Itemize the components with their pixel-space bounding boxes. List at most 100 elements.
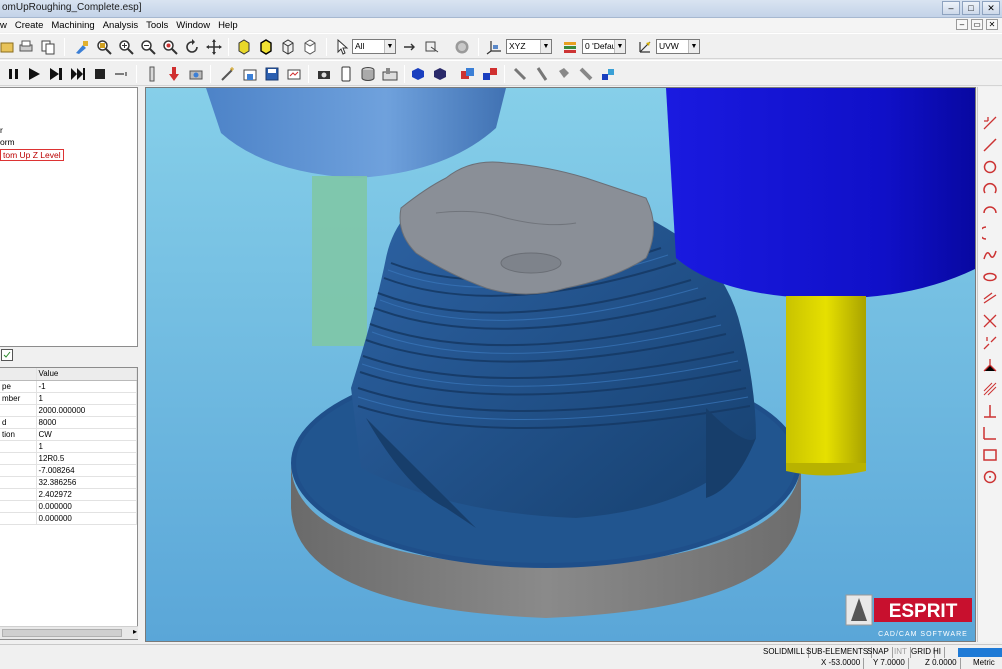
compare-icon[interactable] <box>286 66 302 82</box>
table-row[interactable]: mber 1 <box>0 392 137 405</box>
close-button[interactable]: ✕ <box>982 1 1000 15</box>
probe-icon[interactable] <box>512 66 528 82</box>
arc-icon[interactable] <box>982 181 998 197</box>
maximize-button[interactable]: □ <box>962 1 980 15</box>
zoom-fit-icon[interactable] <box>162 39 178 55</box>
table-row[interactable]: 12R0.5 <box>0 452 137 465</box>
table-row[interactable]: 0.000000 <box>0 500 137 513</box>
doc-restore-button[interactable]: ▭ <box>971 19 983 30</box>
status-mode-sub-elements[interactable]: SUB-ELEMENTS <box>803 647 873 658</box>
tool-icon[interactable] <box>144 66 160 82</box>
stock-icon[interactable] <box>242 66 258 82</box>
shaded-edges-icon[interactable] <box>258 39 274 55</box>
table-row[interactable]: 32.386256 <box>0 476 137 489</box>
solid-dark-icon[interactable] <box>432 66 448 82</box>
probe-4-icon[interactable] <box>578 66 594 82</box>
print-icon[interactable] <box>18 39 34 55</box>
table-row[interactable]: d 8000 <box>0 416 137 429</box>
table-row[interactable]: -7.008264 <box>0 464 137 477</box>
trim-icon[interactable] <box>982 313 998 329</box>
layers-icon[interactable] <box>562 39 578 55</box>
horizontal-scrollbar[interactable]: ▸ <box>0 626 138 639</box>
rotate-icon[interactable] <box>184 39 200 55</box>
phone-view-icon[interactable] <box>338 66 354 82</box>
stop-icon[interactable] <box>454 39 470 55</box>
arrow-down-red-icon[interactable] <box>166 66 182 82</box>
menu-tools[interactable]: Tools <box>146 20 168 31</box>
save-icon[interactable] <box>264 66 280 82</box>
menu-analysis[interactable]: Analysis <box>103 20 138 31</box>
rectangle-icon[interactable] <box>982 447 998 463</box>
ellipse-icon[interactable] <box>982 269 998 285</box>
tree-item-selected[interactable]: tom Up Z Level <box>0 149 64 161</box>
arc-tangent-icon[interactable] <box>982 225 998 241</box>
pan-icon[interactable] <box>206 39 222 55</box>
menu-help[interactable]: Help <box>218 20 238 31</box>
gear-settings-icon[interactable] <box>188 66 204 82</box>
pause-icon[interactable] <box>6 66 22 82</box>
selection-filter-combo[interactable]: All ▼ <box>352 39 396 54</box>
layer-combo[interactable]: 0 'Defau ▼ <box>582 39 626 54</box>
work-plane-combo[interactable]: XYZ ▼ <box>506 39 552 54</box>
menu-window[interactable]: Window <box>176 20 210 31</box>
trace-icon[interactable] <box>114 66 130 82</box>
break-icon[interactable] <box>982 335 998 351</box>
probe-3-icon[interactable] <box>556 66 572 82</box>
stop-sim-icon[interactable] <box>92 66 108 82</box>
status-mode-hi[interactable]: HI <box>930 647 945 658</box>
axis-icon[interactable] <box>982 425 998 441</box>
fast-forward-icon[interactable] <box>70 66 86 82</box>
doc-minimize-button[interactable]: – <box>956 19 968 30</box>
point-icon[interactable] <box>982 115 998 131</box>
solid-blue-icon[interactable] <box>410 66 426 82</box>
table-row[interactable]: 2.402972 <box>0 488 137 501</box>
open-icon[interactable] <box>0 39 16 55</box>
menu-view[interactable]: w <box>0 20 7 31</box>
zoom-out-icon[interactable] <box>140 39 156 55</box>
shaded-view-icon[interactable] <box>236 39 252 55</box>
polygon-icon[interactable] <box>982 469 998 485</box>
multi-color-icon[interactable] <box>460 66 476 82</box>
hatch-icon[interactable] <box>982 381 998 397</box>
tree-tab-icon[interactable] <box>1 349 13 361</box>
line-icon[interactable] <box>982 137 998 153</box>
play-icon[interactable] <box>26 66 42 82</box>
table-row[interactable]: 0.000000 <box>0 512 137 525</box>
zoom-in-icon[interactable] <box>118 39 134 55</box>
uvw-combo[interactable]: UVW ▼ <box>656 39 700 54</box>
status-mode-snap[interactable]: SNAP <box>864 647 893 658</box>
doc-close-button[interactable]: ✕ <box>986 19 998 30</box>
uvw-axes-icon[interactable] <box>636 39 652 55</box>
circle-icon[interactable] <box>982 159 998 175</box>
cylinder-icon[interactable] <box>360 66 376 82</box>
menu-create[interactable]: Create <box>15 20 44 31</box>
paint-icon[interactable] <box>74 39 90 55</box>
wand-icon[interactable] <box>220 66 236 82</box>
copy-icon[interactable] <box>40 39 56 55</box>
arc-3pt-icon[interactable] <box>982 203 998 219</box>
status-mode-solidmill[interactable]: SOLIDMILL <box>760 647 809 658</box>
machine-icon[interactable] <box>382 66 398 82</box>
select-arrow-icon[interactable] <box>402 39 418 55</box>
camera-icon[interactable] <box>316 66 332 82</box>
step-forward-icon[interactable] <box>48 66 64 82</box>
workplane-axes-icon[interactable] <box>486 39 502 55</box>
spline-icon[interactable] <box>982 247 998 263</box>
menu-machining[interactable]: Machining <box>51 20 94 31</box>
table-row[interactable]: 1 <box>0 440 137 453</box>
table-row[interactable]: pe -1 <box>0 380 137 393</box>
hidden-line-icon[interactable] <box>302 39 318 55</box>
offset-icon[interactable] <box>982 291 998 307</box>
scrollbar-thumb[interactable] <box>2 629 122 637</box>
zoom-window-icon[interactable] <box>96 39 112 55</box>
join-icon[interactable] <box>982 357 998 373</box>
blocks-icon[interactable] <box>600 66 616 82</box>
graphics-viewport[interactable]: ESPRIT CAD/CAM SOFTWARE <box>145 87 976 642</box>
dimension-icon[interactable] <box>982 403 998 419</box>
probe-2-icon[interactable] <box>534 66 550 82</box>
tree-item[interactable]: r <box>0 125 3 135</box>
table-row[interactable]: 2000.000000 <box>0 404 137 417</box>
minimize-button[interactable]: – <box>942 1 960 15</box>
table-row[interactable]: tion CW <box>0 428 137 441</box>
tree-item[interactable]: orm <box>0 137 15 147</box>
